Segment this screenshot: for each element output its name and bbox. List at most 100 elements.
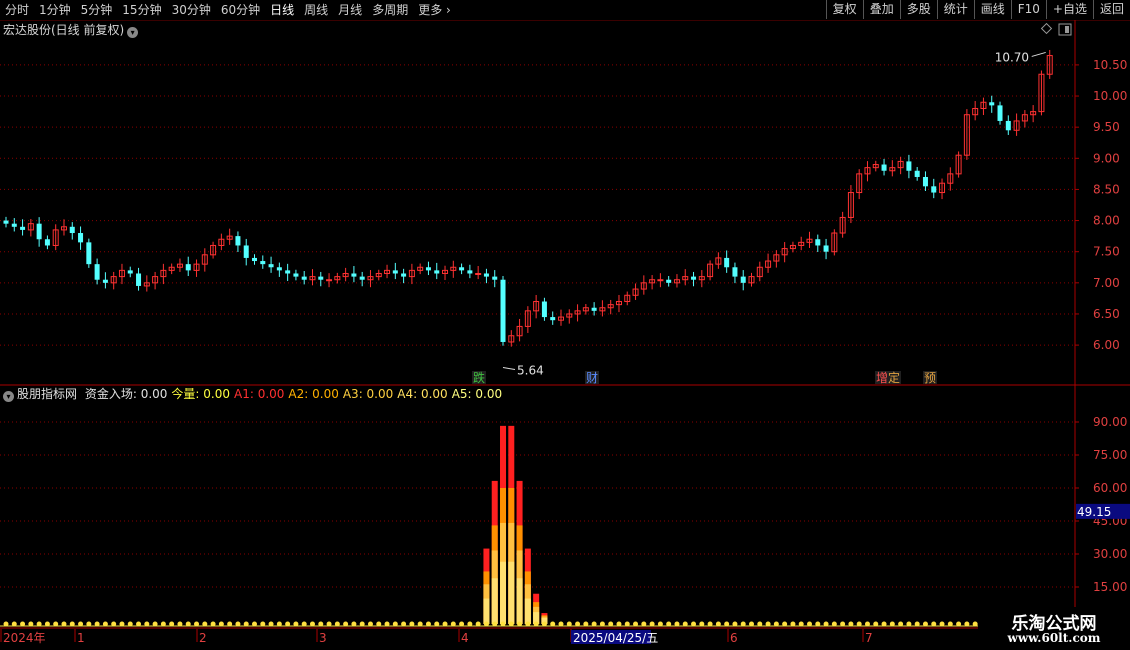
main-y-tick-label: 8.00 <box>1093 214 1120 228</box>
candle-body <box>326 279 333 282</box>
ind-y-tick-label: 60.00 <box>1093 481 1127 495</box>
panel-toggle-fill <box>1065 26 1069 33</box>
indicator-bar <box>491 578 498 624</box>
x-axis-label: 3 <box>319 631 327 645</box>
candle-body <box>102 279 108 283</box>
candle-body <box>541 301 547 318</box>
low-pointer <box>502 367 516 371</box>
event-marker-4: 预 <box>924 371 936 385</box>
indicator-field-2: A1: 0.00 <box>234 387 285 401</box>
candle-body <box>724 257 730 268</box>
current-value-label: 49.15 <box>1077 505 1111 519</box>
candle-body <box>243 245 249 258</box>
candle-body <box>20 226 26 230</box>
candle-body <box>906 161 912 171</box>
high-pointer <box>1031 51 1046 57</box>
candle-body <box>252 257 258 262</box>
candle-body <box>500 279 506 342</box>
candle-body <box>475 272 482 275</box>
candlestick-chart[interactable]: 10.50 10.00 9.50 9.00 8.50 8.00 7.50 7.00 6.50 6.… <box>0 0 1130 650</box>
candle-body <box>235 236 241 246</box>
indicator-bar <box>500 561 507 624</box>
candle-body <box>94 264 100 280</box>
event-marker-3: 定 <box>888 370 900 385</box>
indicator-field-4: A3: 0.00 <box>342 387 394 401</box>
watermark: 乐淘公式网 www.60lt.com <box>978 607 1130 650</box>
main-y-tick-label: 7.50 <box>1093 245 1120 259</box>
candle-body <box>401 273 407 277</box>
ind-y-tick-label: 30.00 <box>1093 547 1127 561</box>
candle-body <box>285 270 291 274</box>
indicator-bar <box>508 561 515 624</box>
event-marker-2: 增 <box>876 371 888 385</box>
indicator-field-1: 今量: 0.00 <box>171 387 230 401</box>
candle-body <box>136 273 142 286</box>
candle-body <box>492 276 498 280</box>
main-y-tick-label: 9.50 <box>1093 120 1120 134</box>
indicator-menu-icon[interactable]: ▾ <box>3 391 14 402</box>
candle-body <box>459 267 465 271</box>
indicator-name: 股朋指标网 <box>17 387 78 401</box>
candle-body <box>931 186 937 193</box>
candle-body <box>268 264 274 268</box>
candle-body <box>11 223 17 227</box>
candle-body <box>989 102 995 106</box>
main-y-tick-label: 9.00 <box>1093 151 1120 165</box>
indicator-title: ▾ 股朋指标网 资金入场: 0.00 今量: 0.00 A1: 0.00 A2: 0.0… <box>3 387 506 402</box>
main-y-tick-label: 10.00 <box>1093 89 1127 103</box>
candle-body <box>881 164 887 171</box>
candle-body <box>359 276 365 280</box>
candle-body <box>3 220 9 224</box>
candle-body <box>434 270 440 274</box>
candle-body <box>127 270 133 274</box>
candle-body <box>691 276 697 280</box>
candle-body <box>425 267 431 271</box>
x-axis-label: 7 <box>865 631 873 645</box>
x-axis-label: 1 <box>77 631 85 645</box>
candle-body <box>260 261 266 265</box>
x-axis-label: 2024年 <box>3 631 46 645</box>
candle-body <box>823 245 829 252</box>
candle-body <box>666 279 672 283</box>
candle-body <box>591 307 597 311</box>
candle-body <box>483 273 489 277</box>
ind-y-tick-label: 15.00 <box>1093 580 1127 594</box>
candle-body <box>657 279 664 282</box>
x-axis-label: 2025/04/25/五 <box>573 631 658 645</box>
main-y-tick-label: 10.50 <box>1093 58 1127 72</box>
candle-body <box>318 276 324 280</box>
event-marker-0: 跌 <box>473 370 485 385</box>
high-label: 10.70 <box>995 50 1029 64</box>
main-y-tick-label: 8.50 <box>1093 182 1120 196</box>
candle-body <box>1005 120 1011 131</box>
indicator-bar <box>483 598 490 624</box>
indicator-field-3: A2: 0.00 <box>288 387 339 401</box>
indicator-bar <box>524 598 531 624</box>
candle-body <box>301 276 307 280</box>
x-axis-label: 4 <box>461 631 469 645</box>
candle-body <box>740 276 746 283</box>
indicator-field-6: A5: 0.00 <box>451 387 503 401</box>
candle-body <box>293 273 299 277</box>
candle-body <box>732 267 738 277</box>
candle-body <box>69 226 75 234</box>
main-y-tick-label: 7.00 <box>1093 276 1120 290</box>
candle-body <box>351 273 357 277</box>
candle-body <box>78 233 84 243</box>
low-label: 5.64 <box>517 364 544 378</box>
candle-body <box>922 176 928 187</box>
candle-body <box>550 317 556 321</box>
ind-y-tick-label: 75.00 <box>1093 448 1127 462</box>
candle-body <box>276 267 282 271</box>
candle-body <box>392 270 398 274</box>
candle-body <box>185 264 191 271</box>
x-axis-label: 2 <box>199 631 207 645</box>
ind-y-tick-label: 90.00 <box>1093 415 1127 429</box>
candle-body <box>997 105 1003 121</box>
watermark-line2: www.60lt.com <box>1007 631 1101 645</box>
candle-body <box>815 239 821 246</box>
indicator-field-5: A4: 0.00 <box>397 387 448 401</box>
diamond-icon <box>1040 22 1053 35</box>
indicator-field-0: 资金入场: 0.00 <box>84 387 168 401</box>
candle-body <box>467 270 473 274</box>
